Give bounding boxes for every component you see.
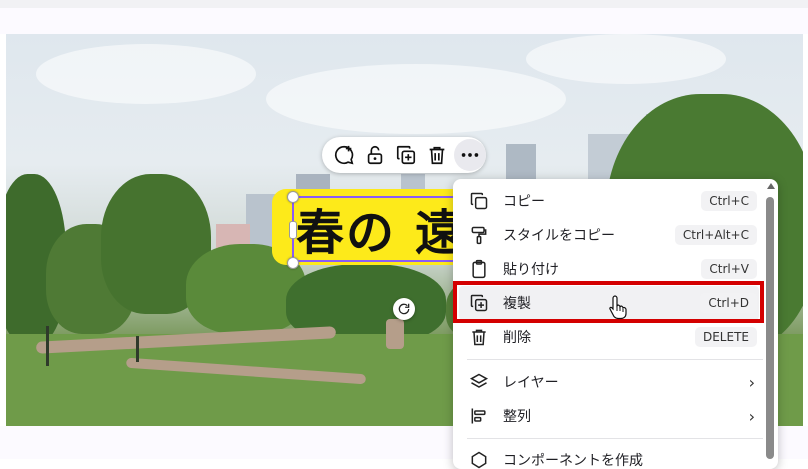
- selection-frame: [292, 196, 472, 262]
- menu-scrollbar-thumb[interactable]: [766, 197, 774, 459]
- menu-divider: [467, 359, 763, 360]
- element-toolbar: [322, 137, 486, 173]
- menu-item-label: 削除: [503, 330, 531, 346]
- scroll-up-arrow-icon[interactable]: [767, 183, 775, 189]
- menu-item-label: コンポーネントを作成: [503, 453, 643, 469]
- menu-item-shortcut: Ctrl+C: [701, 191, 757, 211]
- trash-icon: [429, 146, 444, 165]
- more-horizontal-icon: [461, 153, 479, 157]
- menu-item-label: コピー: [503, 194, 545, 210]
- copy-icon: [467, 189, 491, 213]
- lamp-post: [136, 336, 139, 362]
- more-button[interactable]: [454, 139, 486, 171]
- menu-item-create-component[interactable]: コンポーネントを作成: [459, 443, 759, 469]
- duplicate-button[interactable]: [390, 140, 421, 170]
- align-icon: [467, 404, 491, 428]
- paint-roller-icon: [467, 223, 491, 247]
- comment-plus-icon: [334, 145, 353, 165]
- menu-divider: [467, 438, 763, 439]
- menu-item-align[interactable]: 整列 ›: [459, 399, 759, 433]
- lamp-post: [46, 326, 49, 366]
- resize-handle-bottom-left[interactable]: [287, 257, 299, 269]
- menu-item-delete[interactable]: 削除 DELETE: [459, 320, 759, 354]
- menu-item-shortcut: Ctrl+Alt+C: [674, 225, 757, 245]
- menu-item-label: レイヤー: [503, 375, 559, 391]
- menu-item-shortcut: DELETE: [694, 327, 757, 347]
- resize-handle-left[interactable]: [289, 221, 297, 239]
- trash-icon: [467, 325, 491, 349]
- menu-item-shortcut: Ctrl+V: [701, 259, 757, 279]
- hand-pointer-icon: [609, 295, 627, 320]
- context-menu: コピー Ctrl+C スタイルをコピー Ctrl+Alt+C 貼り付け Ctrl…: [453, 179, 778, 469]
- menu-item-layer[interactable]: レイヤー ›: [459, 365, 759, 399]
- delete-button[interactable]: [421, 140, 452, 170]
- rotate-icon: [398, 303, 410, 315]
- rotate-handle[interactable]: [393, 298, 415, 320]
- cloud: [266, 64, 566, 134]
- cloud: [36, 44, 256, 104]
- menu-item-label: 貼り付け: [503, 262, 559, 278]
- menu-item-label: スタイルをコピー: [503, 228, 615, 244]
- duplicate-icon: [396, 145, 415, 165]
- chevron-right-icon: ›: [748, 372, 755, 392]
- path: [386, 319, 404, 349]
- lock-button[interactable]: [359, 140, 390, 170]
- layers-icon: [467, 370, 491, 394]
- resize-handle-top-left[interactable]: [287, 191, 299, 203]
- menu-item-copy[interactable]: コピー Ctrl+C: [459, 184, 759, 218]
- clipboard-icon: [467, 257, 491, 281]
- chevron-right-icon: ›: [748, 406, 755, 426]
- window-top-bar: [0, 0, 808, 8]
- comment-add-button[interactable]: [328, 140, 359, 170]
- menu-item-copy-style[interactable]: スタイルをコピー Ctrl+Alt+C: [459, 218, 759, 252]
- menu-item-label: 整列: [503, 409, 531, 425]
- cloud: [526, 34, 726, 84]
- unlock-icon: [367, 145, 382, 165]
- canvas-top-margin: [0, 8, 808, 34]
